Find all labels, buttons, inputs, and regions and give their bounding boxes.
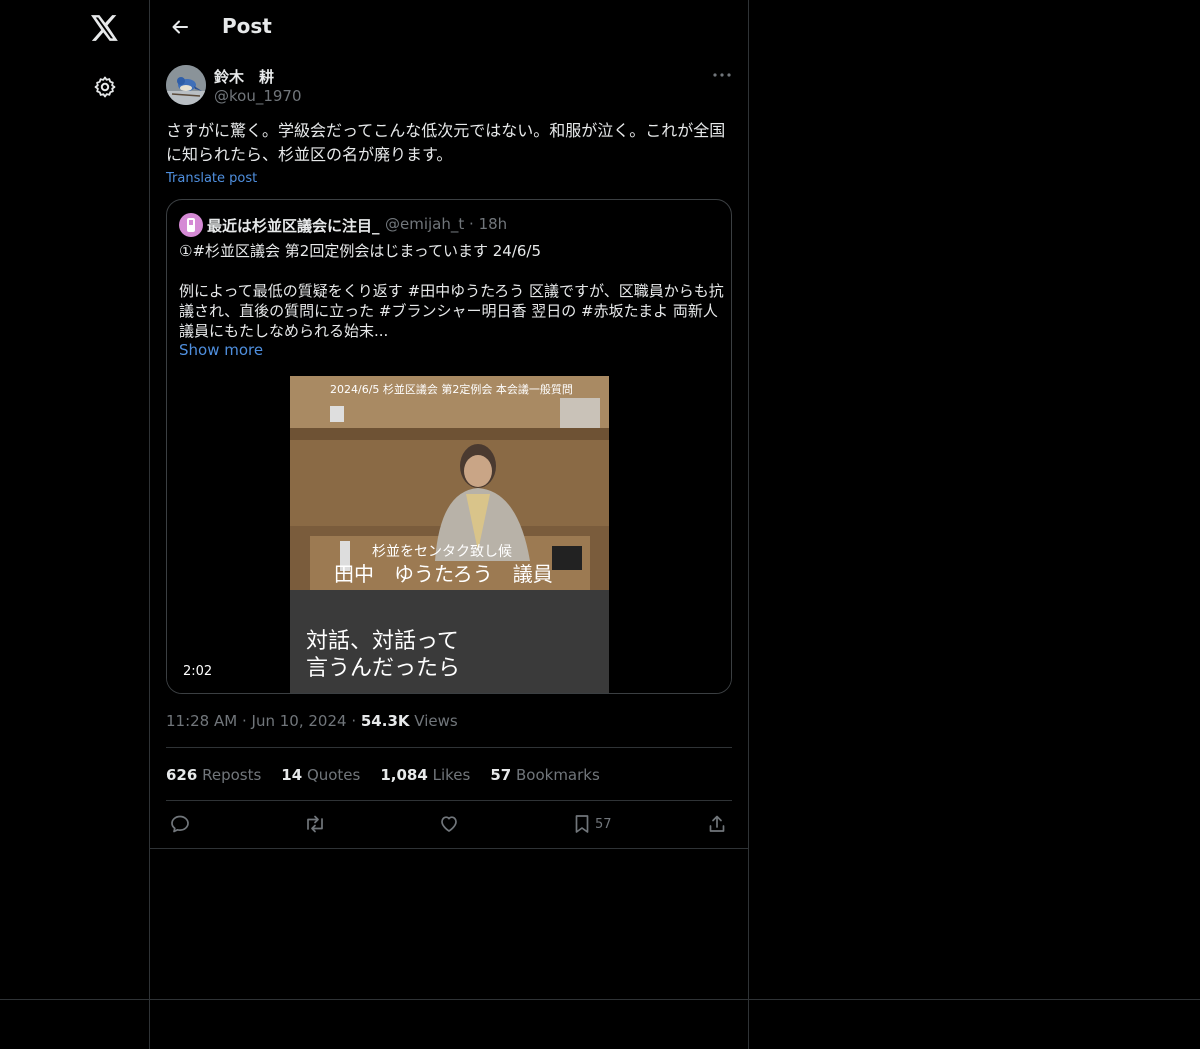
show-more-link[interactable]: Show more [179, 341, 263, 359]
reposts-label: Reposts [202, 766, 262, 784]
quote-text: ①#杉並区議会 第2回定例会はじまっています 24/6/5 例によって最低の質疑… [179, 242, 724, 340]
divider [0, 999, 1200, 1000]
subtitle-line-1: 対話、対話って [306, 629, 459, 654]
main-column: Post 鈴木 耕 @kou_1970 さすがに驚く。学級会だってこんな低次元で… [150, 0, 749, 1049]
quote-avatar[interactable] [179, 213, 203, 237]
action-bar: 57 [166, 812, 732, 836]
likes-label: Likes [432, 766, 471, 784]
reposts-stat[interactable]: 626 Reposts [166, 766, 261, 784]
video-duration: 2:02 [179, 663, 217, 680]
divider [150, 848, 749, 849]
page-title: Post [222, 14, 272, 38]
bookmarks-stat[interactable]: 57 Bookmarks [490, 766, 599, 784]
quote-author-handle[interactable]: @emijah_t [385, 215, 464, 233]
quoted-post[interactable]: 最近は杉並区議会に注目_ @emijah_t · 18h ①#杉並区議会 第2回… [166, 199, 732, 694]
engagement-stats: 626 Reposts 14 Quotes 1,084 Likes 57 Boo… [166, 766, 620, 784]
translate-link[interactable]: Translate post [166, 171, 257, 186]
header: Post [150, 0, 749, 54]
repost-icon[interactable] [304, 812, 326, 836]
arrow-left-icon[interactable] [162, 8, 198, 46]
divider [166, 747, 732, 748]
left-nav [0, 0, 150, 1049]
avatar[interactable] [166, 65, 206, 105]
quotes-label: Quotes [306, 766, 361, 784]
x-logo-icon[interactable] [85, 8, 125, 48]
author-handle[interactable]: @kou_1970 [214, 87, 302, 105]
bookmark-count: 57 [595, 816, 612, 832]
likes-count: 1,084 [380, 766, 428, 784]
share-icon[interactable] [707, 812, 727, 836]
quote-meta: @emijah_t · 18h [385, 215, 507, 233]
gear-icon[interactable] [85, 67, 125, 107]
app: Post 鈴木 耕 @kou_1970 さすがに驚く。学級会だってこんな低次元で… [0, 0, 1200, 1049]
video-caption-name: 田中 ゆうたろう 議員 [334, 562, 553, 586]
likes-stat[interactable]: 1,084 Likes [380, 766, 470, 784]
post-text: さすがに驚く。学級会だってこんな低次元ではない。和服が泣く。これが全国に知られた… [166, 121, 726, 164]
post-time[interactable]: 11:28 AM [166, 712, 237, 730]
bookmark-icon[interactable]: 57 [573, 812, 612, 836]
post-timestamp: 11:28 AM · Jun 10, 2024 · 54.3K Views [166, 712, 458, 730]
more-icon[interactable] [710, 66, 734, 84]
separator-dot: · [241, 712, 252, 730]
video-frame[interactable]: 2024/6/5 杉並区議会 第2定例会 本会議一般質問 杉並をセンタク致し候 … [290, 376, 609, 590]
quote-author-name[interactable]: 最近は杉並区議会に注目_ [207, 215, 380, 236]
bookmarks-label: Bookmarks [515, 766, 600, 784]
quote-time: 18h [478, 215, 508, 233]
reposts-count: 626 [166, 766, 198, 784]
video-subtitle-area: 対話、対話って 言うんだったら [290, 590, 609, 693]
reply-icon[interactable] [170, 812, 190, 836]
author-name[interactable]: 鈴木 耕 [214, 66, 274, 87]
bookmarks-count: 57 [490, 766, 512, 784]
heart-icon[interactable] [439, 812, 459, 836]
separator-dot: · [351, 712, 361, 730]
views-count: 54.3K [360, 712, 410, 730]
quotes-count: 14 [281, 766, 303, 784]
divider [166, 800, 732, 801]
separator-dot: · [469, 215, 479, 233]
video-player[interactable]: 2024/6/5 杉並区議会 第2定例会 本会議一般質問 杉並をセンタク致し候 … [167, 376, 731, 693]
views-label: Views [414, 712, 458, 730]
video-overlay-title: 2024/6/5 杉並区議会 第2定例会 本会議一般質問 [330, 383, 573, 396]
quotes-stat[interactable]: 14 Quotes [281, 766, 360, 784]
subtitle-line-2: 言うんだったら [306, 656, 461, 681]
post-date[interactable]: Jun 10, 2024 [252, 712, 347, 730]
